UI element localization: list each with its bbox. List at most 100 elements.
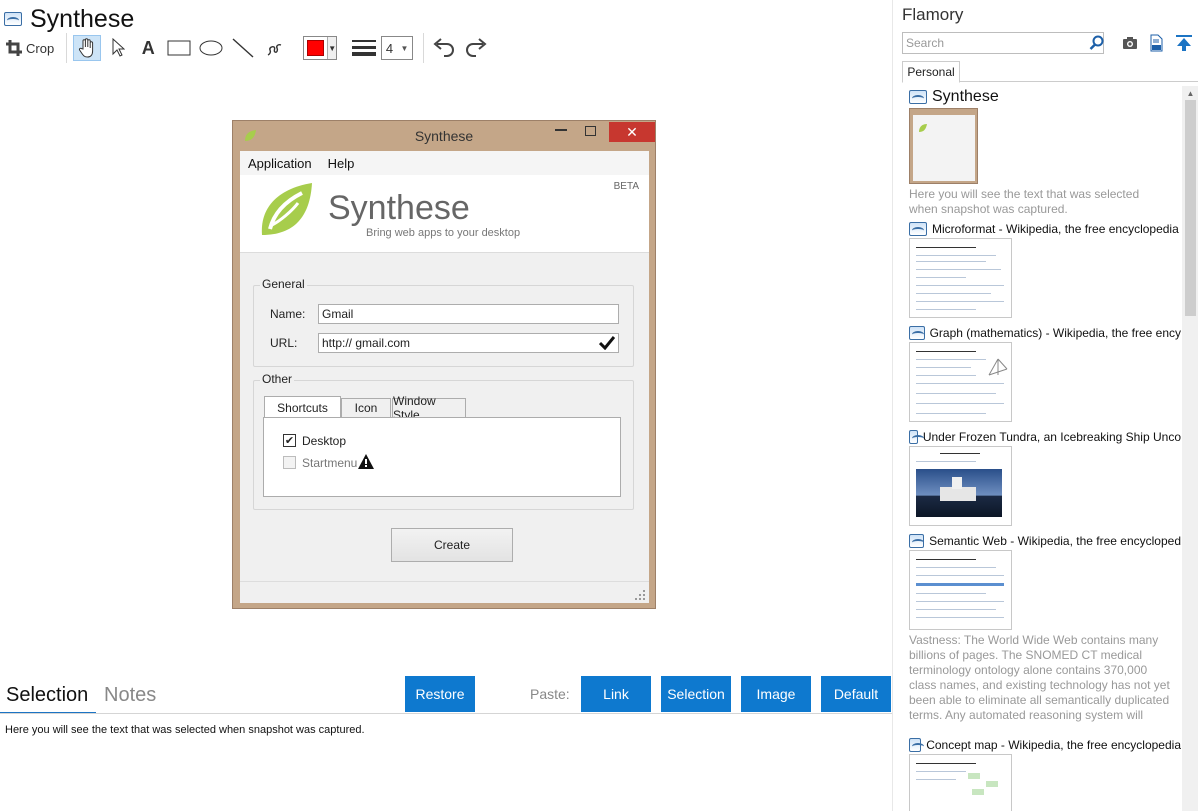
search-input[interactable]: Search (902, 32, 1104, 54)
snapshot-thumbnail (909, 550, 1012, 630)
undo-button[interactable] (430, 35, 458, 61)
snapshot-icon (909, 222, 927, 236)
thumb-line (916, 609, 996, 610)
snapshot-list: Synthese Here you will see the text that… (893, 86, 1181, 811)
snapshot-icon (909, 534, 925, 548)
name-field: Gmail (318, 304, 619, 324)
paste-image-button[interactable]: Image (741, 676, 811, 712)
redo-button[interactable] (462, 35, 490, 61)
pointer-icon (112, 38, 126, 57)
ellipse-icon (199, 40, 223, 56)
selection-text[interactable]: Here you will see the text that was sele… (5, 724, 365, 736)
snapshot-thumbnail (909, 238, 1012, 318)
list-item-title: Under Frozen Tundra, an Icebreaking Ship… (922, 430, 1181, 444)
graph-diagram-icon (988, 358, 1008, 376)
color-picker[interactable]: ▼ (303, 35, 338, 61)
paste-default-button[interactable]: Default (821, 676, 891, 712)
undo-icon (433, 38, 455, 57)
thumb-line (916, 779, 956, 780)
restore-button[interactable]: Restore (405, 676, 475, 712)
thumb-line (916, 383, 1004, 384)
thumb-node (986, 781, 998, 787)
list-item[interactable]: Under Frozen Tundra, an Icebreaking Ship… (909, 430, 1181, 526)
name-label: Name: (270, 307, 306, 321)
thumb-line (916, 261, 986, 262)
camera-icon[interactable] (1121, 34, 1139, 52)
thumb-line (916, 351, 976, 352)
thumb-line (916, 461, 976, 462)
rectangle-tool-button[interactable] (165, 35, 193, 61)
search-icon[interactable] (1089, 35, 1105, 51)
tab-notes[interactable]: Notes (104, 684, 156, 707)
thumb-line (916, 277, 966, 278)
list-item-header: Under Frozen Tundra, an Icebreaking Ship… (909, 430, 1181, 444)
sidebar-scrollbar[interactable]: ▲ (1182, 86, 1198, 811)
thumb-line (916, 375, 976, 376)
list-item[interactable]: Synthese Here you will see the text that… (909, 88, 1181, 217)
screenshot-client-area: Application Help BETA Synthese Bring web… (240, 151, 649, 603)
list-item[interactable]: Graph (mathematics) - Wikipedia, the fre… (909, 326, 1181, 422)
thumb-line (916, 763, 976, 764)
tab-selection[interactable]: Selection (6, 684, 88, 707)
freehand-icon (267, 44, 282, 56)
line-width-select: 4 ▼ (381, 36, 414, 60)
url-value: http:// gmail.com (322, 336, 411, 350)
other-group-label: Other (260, 372, 295, 386)
ellipse-tool-button[interactable] (197, 35, 225, 61)
thumb-node (972, 789, 984, 795)
text-tool-icon: A (141, 37, 155, 58)
scroll-up-icon[interactable]: ▲ (1182, 86, 1198, 100)
paste-link-button[interactable]: Link (581, 676, 651, 712)
crop-label: Crop (26, 40, 55, 56)
create-button: Create (391, 528, 513, 562)
snapshot-thumbnail (909, 446, 1012, 526)
list-item-title: Semantic Web - Wikipedia, the free encyc… (929, 534, 1181, 548)
ship-shape (940, 487, 976, 501)
list-item[interactable]: Microformat - Wikipedia, the free encycl… (909, 222, 1181, 318)
document-icon[interactable] (1147, 34, 1165, 52)
tab-personal[interactable]: Personal (902, 61, 960, 83)
text-tool-button[interactable]: A (135, 35, 161, 61)
select-tool-button[interactable] (105, 35, 131, 61)
thumb-line (916, 559, 976, 560)
list-item-title: Microformat - Wikipedia, the free encycl… (932, 222, 1179, 236)
freehand-tool-button[interactable] (261, 35, 289, 61)
pin-to-top-icon[interactable] (1175, 34, 1193, 52)
line-width-icon-button[interactable] (351, 35, 377, 61)
selected-color (307, 40, 325, 56)
url-field: http:// gmail.com (318, 333, 619, 353)
list-item[interactable]: Concept map - Wikipedia, the free encycl… (909, 738, 1181, 811)
line-tool-button[interactable] (229, 35, 257, 61)
list-item-description: Here you will see the text that was sele… (909, 187, 1140, 216)
list-item-header: Semantic Web - Wikipedia, the free encyc… (909, 534, 1181, 548)
editor-pane: Synthese Crop A ▼ 4 ▼ Synthese ✕ Applica… (0, 0, 892, 811)
captured-screenshot[interactable]: Synthese ✕ Application Help BETA Synthes… (232, 120, 656, 609)
hand-tool-button[interactable] (73, 35, 102, 61)
scroll-thumb[interactable] (1185, 100, 1196, 316)
startmenu-checkbox (283, 456, 296, 469)
hand-icon (79, 38, 94, 58)
line-width-dropdown[interactable]: 4 ▼ (381, 35, 414, 61)
thumb-line (916, 771, 966, 772)
list-item-description: Vastness: The World Wide Web contains ma… (909, 633, 1170, 725)
thumb-line (916, 413, 986, 414)
redo-icon (466, 38, 487, 57)
screenshot-titlebar: Synthese ✕ (233, 121, 655, 151)
tab-shortcuts: Shortcuts (264, 396, 341, 418)
snapshot-thumbnail (909, 754, 1012, 811)
ship-photo (916, 469, 1002, 517)
bottom-divider (0, 713, 892, 714)
thumb-line (916, 403, 1004, 404)
paste-selection-button[interactable]: Selection (661, 676, 731, 712)
snapshot-thumbnail (909, 342, 1012, 422)
snapshot-icon (909, 326, 925, 340)
document-title: Synthese (30, 4, 135, 33)
screenshot-menubar: Application Help (240, 151, 649, 175)
thumb-line (916, 293, 991, 294)
crop-button[interactable]: Crop (4, 35, 56, 61)
minimize-icon (555, 129, 567, 131)
thumb-line (916, 393, 996, 394)
list-item[interactable]: Semantic Web - Wikipedia, the free encyc… (909, 534, 1181, 725)
chevron-down-icon: ▼ (400, 43, 409, 53)
general-group-label: General (260, 277, 307, 291)
